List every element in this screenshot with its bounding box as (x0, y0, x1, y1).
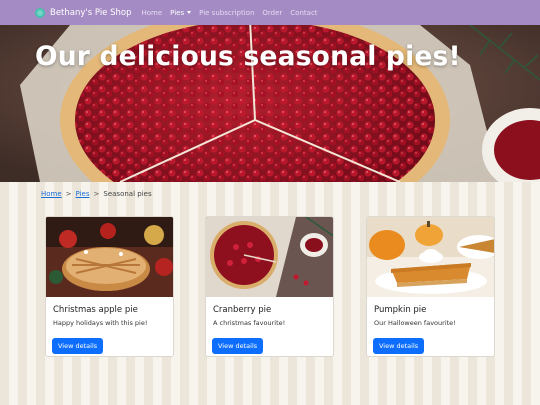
nav-link-contact[interactable]: Contact (290, 9, 317, 17)
nav-link-order[interactable]: Order (262, 9, 282, 17)
breadcrumb-current: Seasonal pies (103, 190, 152, 198)
card-text: Happy holidays with this pie! (53, 319, 148, 327)
caret-down-icon (187, 11, 192, 14)
nav-link-home[interactable]: Home (142, 9, 163, 17)
nav-dropdown-pies[interactable]: Pies (170, 8, 192, 17)
card-text: Our Halloween favourite! (374, 319, 456, 327)
nav-link-pie-subscription[interactable]: Pie subscription (199, 9, 254, 17)
navbar: Bethany's Pie Shop Home Pies Pie subscri… (0, 0, 540, 25)
product-card-christmas-apple-pie: Christmas apple pie Happy holidays with … (45, 216, 174, 357)
christmas-apple-pie-image (46, 217, 173, 297)
view-details-button[interactable]: View details (52, 338, 104, 354)
cranberry-pie-image (206, 217, 333, 297)
brand-name: Bethany's Pie Shop (50, 7, 132, 18)
hero-title: Our delicious seasonal pies! (35, 41, 461, 72)
breadcrumb-home[interactable]: Home (41, 190, 62, 198)
brand[interactable]: Bethany's Pie Shop (34, 7, 132, 19)
product-card-pumpkin-pie: Pumpkin pie Our Halloween favourite! Vie… (366, 216, 495, 357)
card-title: Pumpkin pie (374, 305, 427, 315)
card-text: A christmas favourite! (213, 319, 286, 327)
card-title: Cranberry pie (213, 305, 272, 315)
breadcrumb: Home > Pies > Seasonal pies (41, 190, 152, 198)
pie-logo-icon (35, 7, 45, 18)
breadcrumb-pies[interactable]: Pies (76, 190, 90, 198)
breadcrumb-separator: > (65, 190, 72, 198)
card-title: Christmas apple pie (53, 305, 138, 315)
view-details-button[interactable]: View details (373, 338, 425, 354)
breadcrumb-separator: > (93, 190, 100, 198)
nav-link-pies-label: Pies (170, 8, 185, 17)
view-details-button[interactable]: View details (212, 338, 264, 354)
product-card-cranberry-pie: Cranberry pie A christmas favourite! Vie… (205, 216, 334, 357)
pumpkin-pie-image (367, 217, 494, 297)
hero-banner: Our delicious seasonal pies! (0, 25, 540, 182)
